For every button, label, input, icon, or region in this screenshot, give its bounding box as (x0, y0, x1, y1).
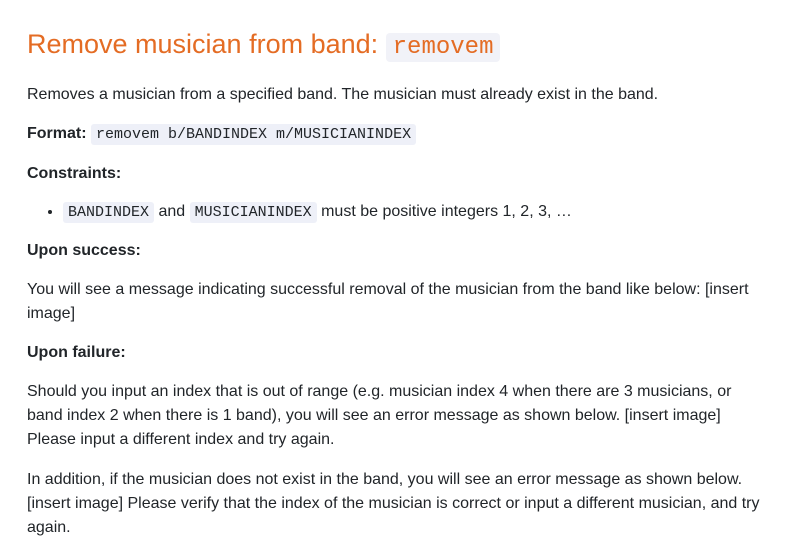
musicianindex-code: MUSICIANINDEX (189, 202, 317, 223)
bandindex-code: BANDINDEX (63, 202, 155, 223)
document-page: Remove musician from band: removem Remov… (0, 0, 794, 540)
success-paragraph: You will see a message indicating succes… (27, 281, 749, 322)
success-label: Upon success: (27, 242, 141, 259)
constraints-label: Constraints: (27, 165, 122, 182)
constraints-title: Constraints: (27, 162, 768, 186)
failure-paragraph-range: Should you input an index that is out of… (27, 383, 732, 448)
description-paragraph: Removes a musician from a specified band… (27, 86, 659, 103)
success-title: Upon success: (27, 239, 768, 263)
heading-text: Remove musician from band: (27, 29, 386, 59)
failure-paragraph-missing: In addition, if the musician does not ex… (27, 471, 760, 536)
constraint-rest-text: must be positive integers 1, 2, 3, … (316, 203, 572, 220)
constraints-list: BANDINDEX and MUSICIANINDEX must be posi… (27, 200, 768, 225)
section-heading: Remove musician from band: removem (27, 0, 768, 66)
constraint-item: BANDINDEX and MUSICIANINDEX must be posi… (63, 200, 768, 225)
heading-command-code: removem (385, 33, 501, 62)
format-code: removem b/BANDINDEX m/MUSICIANINDEX (91, 124, 417, 145)
format-line: Format: removem b/BANDINDEX m/MUSICIANIN… (27, 122, 768, 147)
failure-label: Upon failure: (27, 344, 126, 361)
format-label: Format: (27, 125, 87, 142)
failure-title: Upon failure: (27, 341, 768, 365)
constraint-and-text: and (154, 203, 190, 220)
